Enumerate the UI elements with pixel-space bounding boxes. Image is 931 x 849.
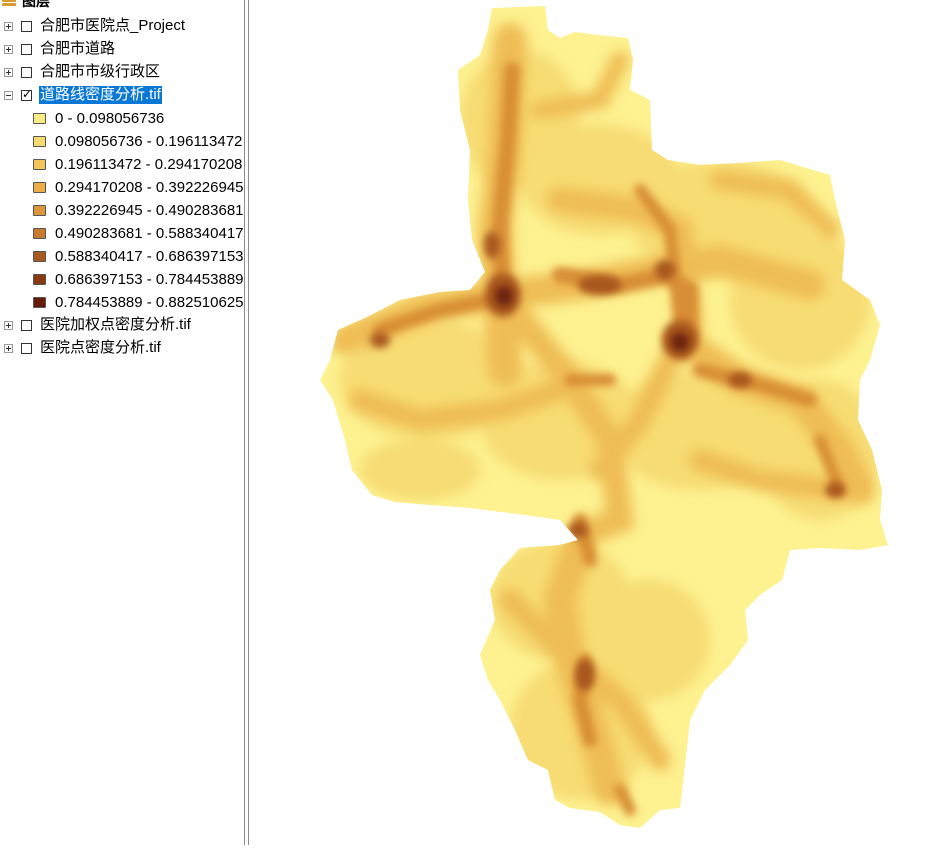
legend-item: 0.098056736 - 0.196113472 (33, 130, 242, 153)
layer-visibility-checkbox[interactable] (21, 87, 32, 101)
legend-label: 0 - 0.098056736 (55, 110, 165, 127)
layer-row-hospital-weighted-density[interactable]: 医院加权点密度分析.tif (0, 314, 192, 336)
legend-label: 0.098056736 - 0.196113472 (55, 133, 243, 150)
legend-item: 0.588340417 - 0.686397153 (33, 245, 244, 268)
layer-visibility-checkbox[interactable] (21, 342, 32, 354)
raster-fill (320, 6, 888, 828)
layer-visibility-checkbox[interactable] (21, 43, 32, 55)
legend-item: 0.490283681 - 0.588340417 (33, 222, 244, 245)
legend-swatch (33, 297, 46, 308)
legend-label: 0.784453889 - 0.882510625 (55, 294, 244, 311)
layer-name[interactable]: 合肥市市级行政区 (39, 63, 161, 81)
expand-icon[interactable] (4, 21, 13, 31)
layer-name[interactable]: 合肥市医院点_Project (39, 17, 186, 35)
layer-row-hospital-density[interactable]: 医院点密度分析.tif (0, 337, 162, 359)
toc-header: 图层 (0, 0, 244, 10)
layer-visibility-checkbox[interactable] (21, 20, 32, 32)
legend-item: 0.392226945 - 0.490283681 (33, 199, 244, 222)
expand-icon[interactable] (4, 320, 13, 330)
legend-swatch (33, 228, 46, 239)
layer-visibility-checkbox[interactable] (21, 319, 32, 331)
legend-label: 0.588340417 - 0.686397153 (55, 248, 244, 265)
legend-swatch (33, 159, 46, 170)
legend-swatch (33, 182, 46, 193)
legend-item: 0.784453889 - 0.882510625 (33, 291, 244, 314)
legend-item: 0.196113472 - 0.294170208 (33, 153, 242, 176)
legend-swatch (33, 251, 46, 262)
legend-label: 0.196113472 - 0.294170208 (55, 156, 243, 173)
layers-icon (2, 0, 18, 7)
map-view[interactable] (249, 0, 931, 845)
layer-name[interactable]: 合肥市道路 (39, 40, 116, 58)
expand-icon[interactable] (4, 343, 13, 353)
legend-label: 0.490283681 - 0.588340417 (55, 225, 244, 242)
layer-row-roads[interactable]: 合肥市道路 (0, 38, 116, 60)
legend-swatch (33, 205, 46, 216)
layer-name[interactable]: 医院点密度分析.tif (39, 339, 162, 357)
layer-row-road-density[interactable]: 道路线密度分析.tif (0, 84, 162, 106)
legend-swatch (33, 136, 46, 147)
layer-row-hospital-points[interactable]: 合肥市医院点_Project (0, 15, 186, 37)
layer-visibility-checkbox[interactable] (21, 66, 32, 78)
expand-icon[interactable] (4, 44, 13, 54)
legend-swatch (33, 274, 46, 285)
legend-item: 0.294170208 - 0.392226945 (33, 176, 244, 199)
layer-name[interactable]: 医院加权点密度分析.tif (39, 316, 192, 334)
legend-label: 0.686397153 - 0.784453889 (55, 271, 244, 288)
legend-item: 0.686397153 - 0.784453889 (33, 268, 244, 291)
density-raster (320, 6, 888, 828)
layer-name[interactable]: 道路线密度分析.tif (39, 86, 162, 104)
legend-label: 0.392226945 - 0.490283681 (55, 202, 244, 219)
table-of-contents: 图层 合肥市医院点_Project 合肥市道路 合肥市市级行政区 道路线密度分析… (0, 0, 244, 845)
collapse-icon[interactable] (4, 90, 13, 100)
legend-item: 0 - 0.098056736 (33, 107, 164, 130)
legend-label: 0.294170208 - 0.392226945 (55, 179, 244, 196)
legend-swatch (33, 113, 46, 124)
expand-icon[interactable] (4, 67, 13, 77)
toc-header-title: 图层 (22, 0, 50, 9)
layer-row-districts[interactable]: 合肥市市级行政区 (0, 61, 161, 83)
